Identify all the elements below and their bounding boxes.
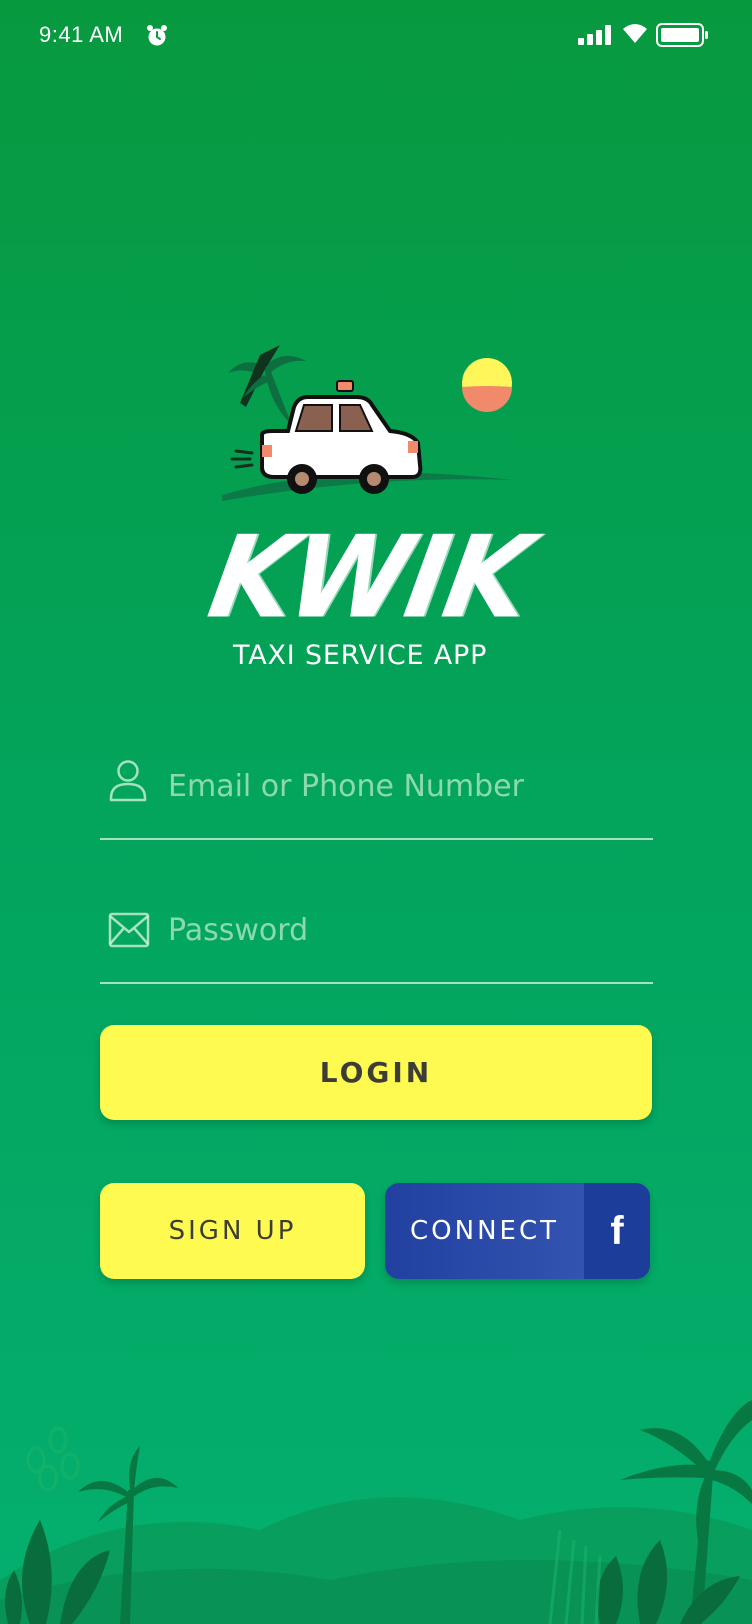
alarm-icon bbox=[147, 25, 167, 46]
taxi-icon bbox=[260, 380, 423, 494]
status-bar: 9:41 AM bbox=[0, 0, 752, 72]
facebook-connect-label: CONNECT bbox=[410, 1216, 559, 1246]
app-logo-wordmark: KWIK bbox=[200, 512, 540, 644]
app-tagline: TAXI SERVICE APP bbox=[233, 640, 488, 671]
password-field bbox=[100, 902, 653, 984]
email-field bbox=[100, 758, 653, 840]
login-button[interactable]: LOGIN bbox=[100, 1025, 652, 1120]
facebook-icon-block: f bbox=[584, 1183, 650, 1279]
signup-button[interactable]: SIGN UP bbox=[100, 1183, 365, 1279]
wifi-icon bbox=[623, 24, 647, 43]
facebook-connect-button[interactable]: CONNECT f bbox=[385, 1183, 650, 1279]
password-input[interactable] bbox=[168, 902, 638, 958]
status-time: 9:41 AM bbox=[39, 22, 124, 47]
envelope-icon bbox=[108, 912, 150, 948]
user-icon bbox=[109, 760, 147, 802]
taxi-illustration bbox=[222, 345, 512, 501]
signal-icon bbox=[578, 25, 611, 45]
login-screen: 9:41 AM KWIK TAXI SERVICE APP Email or P… bbox=[0, 0, 752, 1624]
left-grass-icon bbox=[26, 1426, 80, 1492]
battery-icon bbox=[656, 23, 708, 47]
facebook-icon: f bbox=[610, 1209, 624, 1253]
jungle-landscape bbox=[0, 1400, 752, 1624]
email-input[interactable] bbox=[168, 758, 638, 814]
sun-icon bbox=[462, 358, 512, 412]
